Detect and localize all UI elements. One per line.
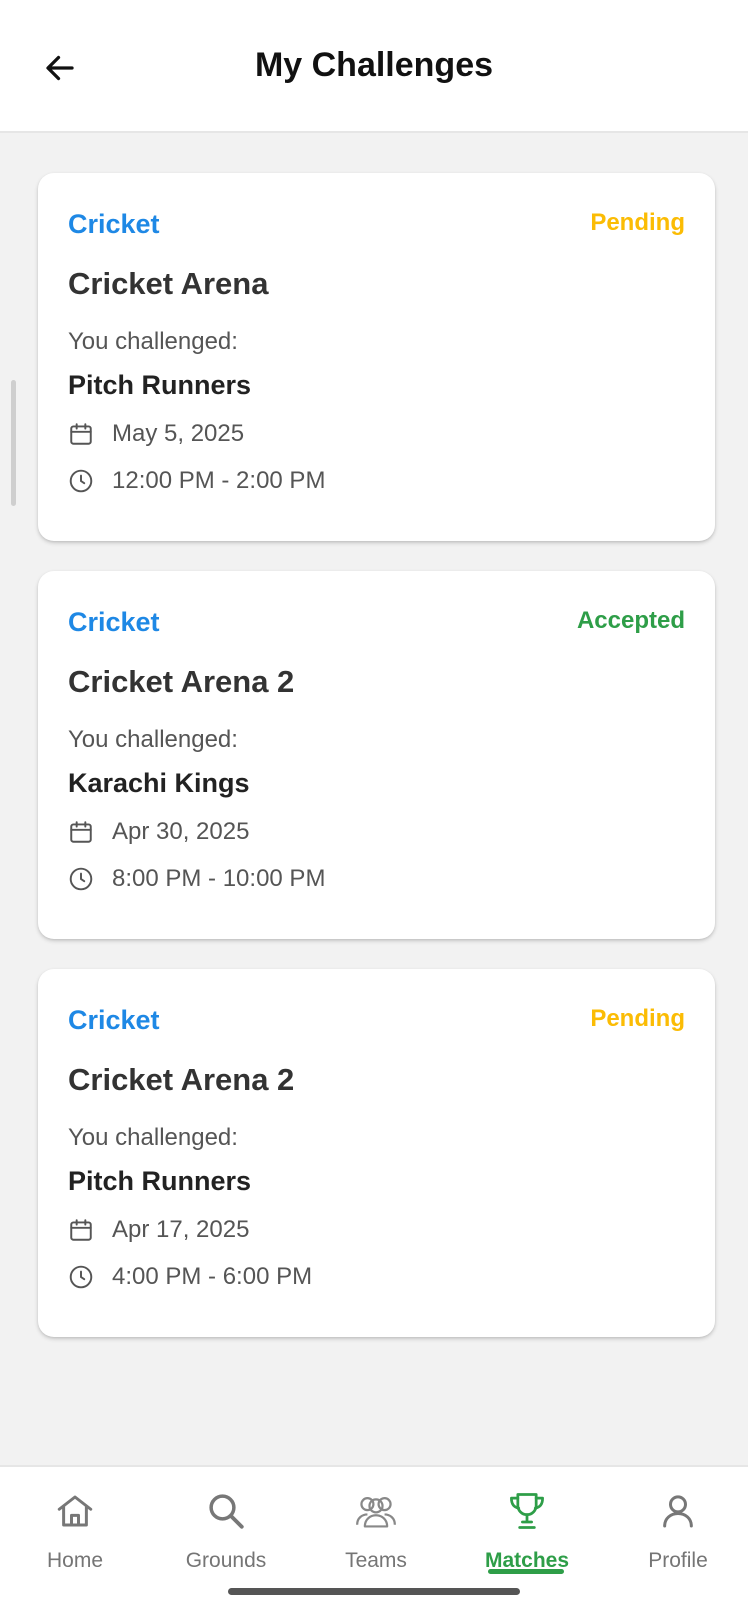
challenged-label: You challenged:: [68, 328, 238, 355]
opponent-team: Pitch Runners: [68, 1166, 252, 1196]
venue-name: Cricket Arena: [68, 266, 269, 301]
calendar-icon: [68, 819, 94, 845]
challenge-card[interactable]: Cricket Accepted Cricket Arena 2 You cha…: [38, 571, 715, 939]
users-icon: [306, 1487, 446, 1535]
bottom-navigation: Home Grounds Teams Matches Profile: [0, 1465, 748, 1600]
status-badge: Pending: [590, 1005, 685, 1032]
venue-name: Cricket Arena 2: [68, 664, 295, 699]
challenge-list: Cricket Pending Cricket Arena You challe…: [38, 173, 715, 1367]
sport-label: Cricket: [68, 1005, 160, 1035]
home-indicator[interactable]: [228, 1588, 520, 1595]
time-text: 4:00 PM - 6:00 PM: [112, 1263, 313, 1290]
time-row: 4:00 PM - 6:00 PM: [68, 1263, 312, 1291]
nav-label-teams: Teams: [345, 1549, 407, 1572]
app-header: My Challenges: [0, 0, 748, 133]
home-icon: [5, 1487, 145, 1535]
nav-item-teams[interactable]: Teams: [306, 1487, 446, 1573]
time-row: 8:00 PM - 10:00 PM: [68, 865, 325, 893]
sport-label: Cricket: [68, 209, 160, 239]
date-text: Apr 30, 2025: [112, 818, 250, 845]
status-badge: Pending: [590, 209, 685, 236]
clock-icon: [68, 468, 94, 494]
nav-label-profile: Profile: [648, 1549, 708, 1572]
nav-item-profile[interactable]: Profile: [608, 1487, 748, 1573]
nav-label-grounds: Grounds: [185, 1549, 267, 1572]
time-row: 12:00 PM - 2:00 PM: [68, 467, 325, 495]
date-text: May 5, 2025: [112, 420, 245, 447]
date-text: Apr 17, 2025: [112, 1216, 250, 1243]
date-row: May 5, 2025: [68, 420, 244, 448]
opponent-team: Pitch Runners: [68, 370, 252, 400]
clock-icon: [68, 866, 94, 892]
search-icon: [156, 1487, 296, 1535]
nav-item-grounds[interactable]: Grounds: [156, 1487, 296, 1573]
active-tab-indicator: [488, 1569, 564, 1574]
sport-label: Cricket: [68, 607, 160, 637]
opponent-team: Karachi Kings: [68, 768, 250, 798]
calendar-icon: [68, 421, 94, 447]
nav-label-home: Home: [46, 1549, 104, 1572]
date-row: Apr 17, 2025: [68, 1216, 249, 1244]
challenged-label: You challenged:: [68, 1124, 238, 1151]
calendar-icon: [68, 1217, 94, 1243]
challenge-card[interactable]: Cricket Pending Cricket Arena 2 You chal…: [38, 969, 715, 1337]
trophy-icon: [457, 1487, 597, 1535]
status-badge: Accepted: [576, 607, 685, 634]
clock-icon: [68, 1264, 94, 1290]
scrollbar[interactable]: [11, 380, 16, 506]
user-icon: [608, 1487, 748, 1535]
nav-item-home[interactable]: Home: [5, 1487, 145, 1573]
time-text: 12:00 PM - 2:00 PM: [112, 467, 326, 494]
time-text: 8:00 PM - 10:00 PM: [112, 865, 326, 892]
page-title: My Challenges: [254, 46, 494, 84]
challenge-card[interactable]: Cricket Pending Cricket Arena You challe…: [38, 173, 715, 541]
venue-name: Cricket Arena 2: [68, 1062, 295, 1097]
nav-item-matches[interactable]: Matches: [457, 1487, 597, 1573]
challenged-label: You challenged:: [68, 726, 238, 753]
date-row: Apr 30, 2025: [68, 818, 249, 846]
